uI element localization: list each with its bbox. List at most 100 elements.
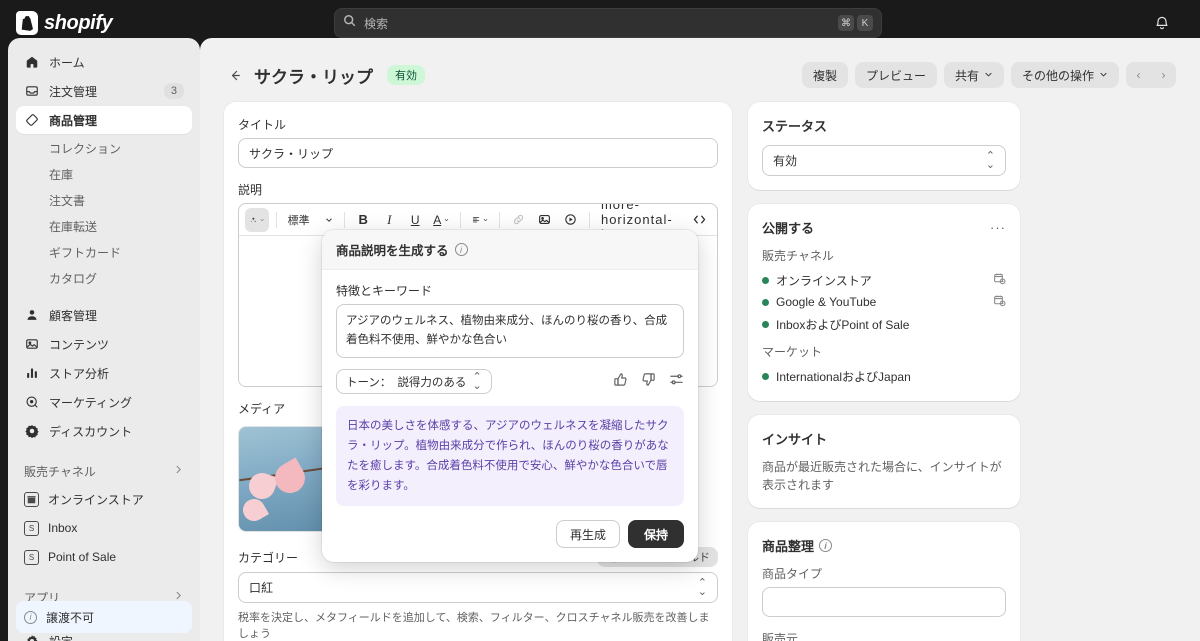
more-horizontal-icon[interactable]: more-horizontal-icon — [597, 204, 685, 242]
sidebar: ホーム 注文管理 3 商品管理 コレクション 在庫 注文書 在庫転送 ギフトカー… — [8, 38, 200, 641]
sidebar-item-content[interactable]: コンテンツ — [16, 330, 192, 358]
insert-video-icon[interactable] — [558, 208, 582, 232]
chevron-right-icon — [173, 464, 184, 478]
preview-button[interactable]: プレビュー — [854, 62, 937, 88]
sidebar-item-home[interactable]: ホーム — [16, 48, 192, 76]
sidebar-subitem-catalogs[interactable]: カタログ — [16, 265, 192, 291]
transfer-note-label: 譲渡不可 — [46, 610, 95, 625]
product-status-select[interactable]: 有効 ⌃ ⌄ — [762, 145, 1006, 176]
sidebar-subitem-purchase-orders[interactable]: 注文書 — [16, 187, 192, 213]
sidebar-item-discounts[interactable]: ディスカウント — [16, 417, 192, 445]
status-card-title: ステータス — [762, 119, 828, 134]
status-dot — [762, 320, 769, 328]
tone-select[interactable]: トーン： 説得力のある ⌃ ⌄ — [336, 369, 492, 394]
sidebar-channel-online-store[interactable]: オンラインストア — [16, 485, 192, 513]
status-dot — [762, 298, 769, 306]
category-help-text: 税率を決定し、メタフィールドを追加して、検索、フィルター、クロスチャネル販売を改… — [238, 612, 710, 640]
notification-bell-icon[interactable] — [1148, 9, 1176, 37]
sliders-icon[interactable] — [669, 372, 684, 392]
keep-button[interactable]: 保持 — [627, 520, 684, 548]
schedule-calendar-icon[interactable] — [993, 272, 1006, 288]
popover-title: 商品説明を生成する — [336, 244, 449, 258]
product-status-value: 有効 — [773, 154, 798, 168]
sidebar-item-customers[interactable]: 顧客管理 — [16, 301, 192, 329]
channel-row[interactable]: Google & YouTube — [762, 291, 1006, 313]
sidebar-item-label: 注文管理 — [49, 84, 98, 99]
info-circle-icon[interactable]: i — [454, 243, 468, 256]
transfer-disabled-note[interactable]: i 譲渡不可 — [16, 601, 192, 633]
search-icon — [343, 14, 356, 32]
insights-card: インサイト 商品が最近販売された場合に、インサイトが表示されます — [748, 415, 1020, 508]
text-style-dropdown[interactable]: 標準 — [284, 208, 337, 232]
italic-button[interactable]: I — [377, 208, 401, 232]
channel-label: InboxおよびPoint of Sale — [776, 317, 910, 332]
market-label: マーケット — [762, 345, 823, 359]
sidebar-item-label: コンテンツ — [49, 337, 110, 352]
sidebar-item-orders[interactable]: 注文管理 3 — [16, 77, 192, 105]
code-view-icon[interactable] — [687, 208, 711, 232]
sidebar-subitem-transfers[interactable]: 在庫転送 — [16, 213, 192, 239]
kbd-k: K — [857, 15, 873, 31]
regenerate-button[interactable]: 再生成 — [555, 520, 620, 548]
thumbs-up-icon[interactable] — [613, 372, 628, 392]
organization-card-title: 商品整理 i — [762, 536, 1006, 555]
sidebar-subitem-gift-cards[interactable]: ギフトカード — [16, 239, 192, 265]
text-color-button[interactable]: A — [429, 208, 453, 232]
keywords-label: 特徴とキーワード — [336, 284, 433, 298]
orders-count-badge: 3 — [163, 83, 184, 99]
info-circle-icon[interactable]: i — [819, 539, 833, 552]
search-input[interactable]: 検索 ⌘ K — [334, 8, 882, 38]
tone-value: 説得力のある — [397, 376, 467, 389]
product-type-input[interactable] — [762, 587, 1006, 617]
sidebar-item-marketing[interactable]: マーケティング — [16, 388, 192, 416]
shopify-logo[interactable]: shopify — [16, 11, 186, 35]
category-value: 口紅 — [249, 581, 274, 595]
sidebar-subitem-label: ギフトカード — [49, 245, 122, 260]
share-button[interactable]: 共有 — [943, 62, 1004, 88]
brand-wordmark: shopify — [44, 11, 113, 34]
prev-product-button[interactable]: ‹ — [1126, 62, 1151, 88]
pagination: ‹ › — [1126, 62, 1176, 88]
duplicate-button[interactable]: 複製 — [801, 62, 848, 88]
sidebar-item-products[interactable]: 商品管理 — [16, 106, 192, 134]
more-actions-button[interactable]: その他の操作 — [1010, 62, 1119, 88]
product-title-input[interactable]: サクラ・リップ — [238, 138, 718, 168]
keywords-input[interactable]: アジアのウェルネス、植物由来成分、ほんのり桜の香り、合成着色料不使用、鮮やかな色… — [336, 304, 684, 358]
sidebar-item-label: 商品管理 — [49, 113, 98, 128]
tone-row: トーン： 説得力のある ⌃ ⌄ — [336, 369, 684, 394]
sidebar-section-sales-channels[interactable]: 販売チャネル — [16, 457, 192, 485]
sidebar-channel-point-of-sale[interactable]: S Point of Sale — [16, 543, 192, 571]
sidebar-subitem-label: コレクション — [49, 141, 122, 156]
sidebar-channel-inbox[interactable]: S Inbox — [16, 514, 192, 542]
thumbs-down-icon[interactable] — [641, 372, 656, 392]
schedule-calendar-icon[interactable] — [993, 294, 1006, 310]
insights-card-title: インサイト — [762, 432, 828, 447]
market-row[interactable]: InternationalおよびJapan — [762, 365, 1006, 387]
sidebar-item-label: 顧客管理 — [49, 308, 98, 323]
sidebar-subitem-collections[interactable]: コレクション — [16, 135, 192, 161]
product-tag-icon — [24, 112, 40, 128]
underline-button[interactable]: U — [403, 208, 427, 232]
align-left-icon[interactable] — [468, 208, 492, 232]
sidebar-subitem-inventory[interactable]: 在庫 — [16, 161, 192, 187]
sidebar-item-label: マーケティング — [49, 395, 133, 410]
category-select[interactable]: 口紅 ⌃ ⌄ — [238, 572, 718, 603]
channel-row[interactable]: InboxおよびPoint of Sale — [762, 313, 1006, 335]
preview-label: プレビュー — [865, 68, 926, 83]
sidebar-item-analytics[interactable]: ストア分析 — [16, 359, 192, 387]
channel-row[interactable]: オンラインストア — [762, 269, 1006, 291]
insert-image-icon[interactable] — [532, 208, 556, 232]
link-icon[interactable] — [506, 208, 530, 232]
next-product-button[interactable]: › — [1151, 62, 1176, 88]
main-canvas: サクラ・リップ 有効 複製 プレビュー 共有 その他の操作 ‹ › タイトル サ… — [200, 38, 1200, 641]
more-horizontal-icon[interactable]: ··· — [990, 220, 1006, 235]
inbox-app-icon: S — [24, 520, 39, 536]
feedback-icons — [613, 372, 684, 392]
magic-ai-icon[interactable] — [245, 207, 269, 232]
back-button[interactable] — [224, 64, 246, 86]
sales-channel-label: 販売チャネル — [762, 249, 834, 263]
person-icon — [24, 307, 40, 323]
bold-button[interactable]: B — [351, 208, 375, 232]
page-title: サクラ・リップ — [254, 67, 373, 87]
sidebar-item-label: ホーム — [49, 55, 85, 70]
